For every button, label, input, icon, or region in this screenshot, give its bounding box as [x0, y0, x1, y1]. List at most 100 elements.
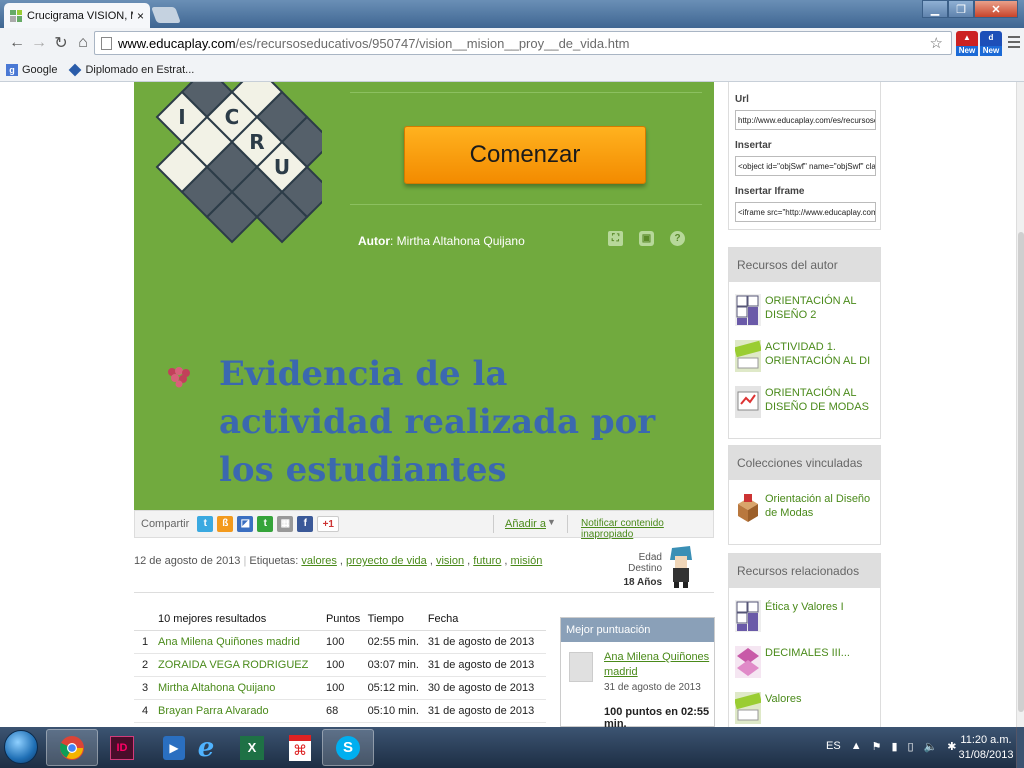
extension-badge-1[interactable]: ▲ New — [956, 31, 978, 56]
start-button[interactable]: Comenzar — [404, 126, 646, 184]
share-label: Compartir — [141, 518, 190, 530]
evidence-overlay-text: Evidencia de la actividad realizada por … — [219, 354, 656, 490]
tag-link[interactable]: valores — [301, 555, 336, 567]
resource-link: Ética y Valores I — [765, 601, 844, 613]
page-icon — [101, 36, 112, 50]
chevron-down-icon[interactable]: ▼ — [547, 517, 556, 527]
list-item[interactable]: ACTIVIDAD 1. ORIENTACIÓN AL DI — [735, 340, 875, 372]
taskbar-chrome[interactable] — [46, 729, 98, 766]
best-score-user-link[interactable]: Ana Milena Quiñones madrid — [604, 650, 712, 680]
bluetooth-icon[interactable]: ✱ — [947, 740, 956, 753]
author-name: : Mirtha Altahona Quijano — [390, 234, 525, 248]
points-cell: 100 — [323, 630, 366, 654]
gplus-button[interactable]: +1 — [317, 516, 340, 532]
back-arrow-icon[interactable]: ← — [6, 34, 28, 52]
age-value: 18 Años — [623, 577, 662, 588]
page-scrollbar[interactable] — [1016, 82, 1024, 727]
tag-link[interactable]: vision — [436, 555, 464, 567]
reload-icon[interactable]: ↻ — [50, 33, 72, 53]
url-host: www.educaplay.com — [118, 35, 236, 51]
list-item[interactable]: DECIMALES III... — [735, 646, 875, 678]
wordsearch-thumb-icon — [735, 340, 761, 372]
home-icon[interactable]: ⌂ — [72, 34, 94, 52]
show-desktop-button[interactable] — [1016, 727, 1024, 768]
add-to-link[interactable]: Añadir a — [505, 518, 546, 530]
taskbar-skype[interactable]: S — [322, 729, 374, 766]
bookmark-diplomado[interactable]: Diplomado en Estrat... — [69, 63, 195, 76]
best-score-summary: 100 puntos en 02:55 min. — [604, 706, 710, 727]
name-link[interactable]: ZORAIDA VEGA RODRIGUEZ — [156, 653, 324, 677]
blogger-icon[interactable]: ß — [217, 516, 234, 532]
embed-iframe-field[interactable]: <iframe src="http://www.educaplay.com/ — [735, 202, 876, 222]
windows-start-icon[interactable] — [4, 730, 38, 764]
tab-close-icon[interactable]: × — [137, 9, 144, 23]
taskbar-acrobat[interactable]: ⌘ — [274, 729, 326, 766]
related-resources-title: Recursos relacionados — [729, 554, 880, 588]
bookmark-star-icon[interactable]: ☆ — [930, 34, 943, 52]
list-item[interactable]: ORIENTACIÓN AL DISEÑO DE MODAS — [735, 386, 875, 418]
extension-badge-2[interactable]: d New — [980, 31, 1002, 56]
system-clock[interactable]: 11:20 a.m. 31/08/2013 — [958, 733, 1014, 763]
new-tab-button[interactable] — [151, 7, 181, 23]
name-link[interactable]: Brayan Parra Alvarado — [156, 699, 324, 723]
bookmark-label: Diplomado en Estrat... — [85, 63, 195, 76]
battery-icon[interactable]: ▯ — [908, 740, 914, 753]
tag-link[interactable]: futuro — [473, 555, 501, 567]
name-link[interactable]: Mirtha Altahona Quijano — [156, 676, 324, 700]
embed-object-field[interactable]: <object id="objSwf" name="objSwf" cla — [735, 156, 876, 176]
delicious-icon[interactable]: ◪ — [237, 516, 254, 532]
close-window-icon[interactable]: ✕ — [974, 0, 1018, 18]
print-icon[interactable]: ▣ — [639, 231, 654, 246]
tuenti-icon[interactable]: t — [257, 516, 274, 532]
name-link[interactable]: Ana Milena Quiñones madrid — [156, 630, 324, 654]
resource-link: Valores — [765, 693, 802, 705]
logo-letter: R — [249, 130, 264, 154]
ext2-label: New — [980, 46, 1002, 56]
bookmark-google[interactable]: g Google — [6, 63, 57, 76]
rank-cell: 1 — [134, 630, 156, 654]
address-bar[interactable]: www.educaplay.com/es/recursoseducativos/… — [94, 31, 952, 55]
list-item[interactable]: Orientación al Diseño de Modas — [735, 492, 875, 524]
list-item[interactable]: Ética y Valores I — [735, 600, 875, 632]
digg-icon[interactable]: ▦ — [277, 516, 294, 532]
help-icon[interactable]: ? — [670, 231, 685, 246]
maximize-icon[interactable]: ❐ — [948, 0, 974, 18]
iframe-label: Insertar Iframe — [735, 186, 805, 197]
tag-link[interactable]: proyecto de vida — [346, 555, 427, 567]
chrome-icon — [60, 735, 84, 760]
action-center-icon[interactable]: ⚑ — [872, 740, 882, 753]
facebook-icon[interactable]: f — [297, 516, 314, 532]
volume-icon[interactable]: 🔈 — [924, 740, 938, 753]
forward-arrow-icon[interactable]: → — [28, 34, 50, 52]
logo-letter: U — [274, 155, 290, 179]
twitter-icon[interactable]: t — [197, 516, 214, 532]
scrollbar-thumb[interactable] — [1018, 232, 1024, 712]
taskbar-excel[interactable]: X — [226, 729, 278, 766]
bookmark-cube-icon — [69, 63, 82, 76]
separator — [493, 515, 494, 533]
tags-label: Etiquetas: — [249, 555, 299, 567]
logo-letter: C — [225, 105, 240, 129]
table-row: 3 Mirtha Altahona Quijano 100 05:12 min.… — [134, 676, 546, 700]
signal-icon[interactable]: ▮ — [891, 740, 897, 753]
browser-menu-icon[interactable] — [1008, 36, 1020, 51]
list-item[interactable]: ORIENTACIÓN AL DISEÑO 2 — [735, 294, 875, 326]
column-header: 10 mejores resultados — [156, 609, 324, 631]
embed-url-field[interactable]: http://www.educaplay.com/es/recursose — [735, 110, 876, 130]
clock-time: 11:20 a.m. — [960, 734, 1012, 746]
minimize-icon[interactable]: ▁ — [922, 0, 948, 18]
list-item[interactable]: Valores — [735, 692, 875, 724]
taskbar-internet-explorer[interactable]: e — [180, 729, 232, 766]
taskbar-indesign[interactable]: ID — [96, 729, 148, 766]
bookmarks-bar: g Google Diplomado en Estrat... — [0, 58, 1024, 82]
collection-box-icon — [738, 494, 758, 522]
report-content-link[interactable]: Notificar contenido inapropiado — [581, 518, 713, 540]
tag-link[interactable]: misión — [511, 555, 543, 567]
tray-expand-icon[interactable]: ▲ — [851, 740, 862, 753]
language-indicator[interactable]: ES — [826, 740, 841, 753]
browser-tab[interactable]: Crucigrama VISION, MISIO × — [4, 3, 150, 28]
fullscreen-icon[interactable]: ⛶ — [608, 231, 623, 246]
ext1-label: New — [956, 46, 978, 56]
window-titlebar: Crucigrama VISION, MISIO × ▁ ❐ ✕ — [0, 0, 1024, 28]
clock-date: 31/08/2013 — [958, 749, 1014, 761]
